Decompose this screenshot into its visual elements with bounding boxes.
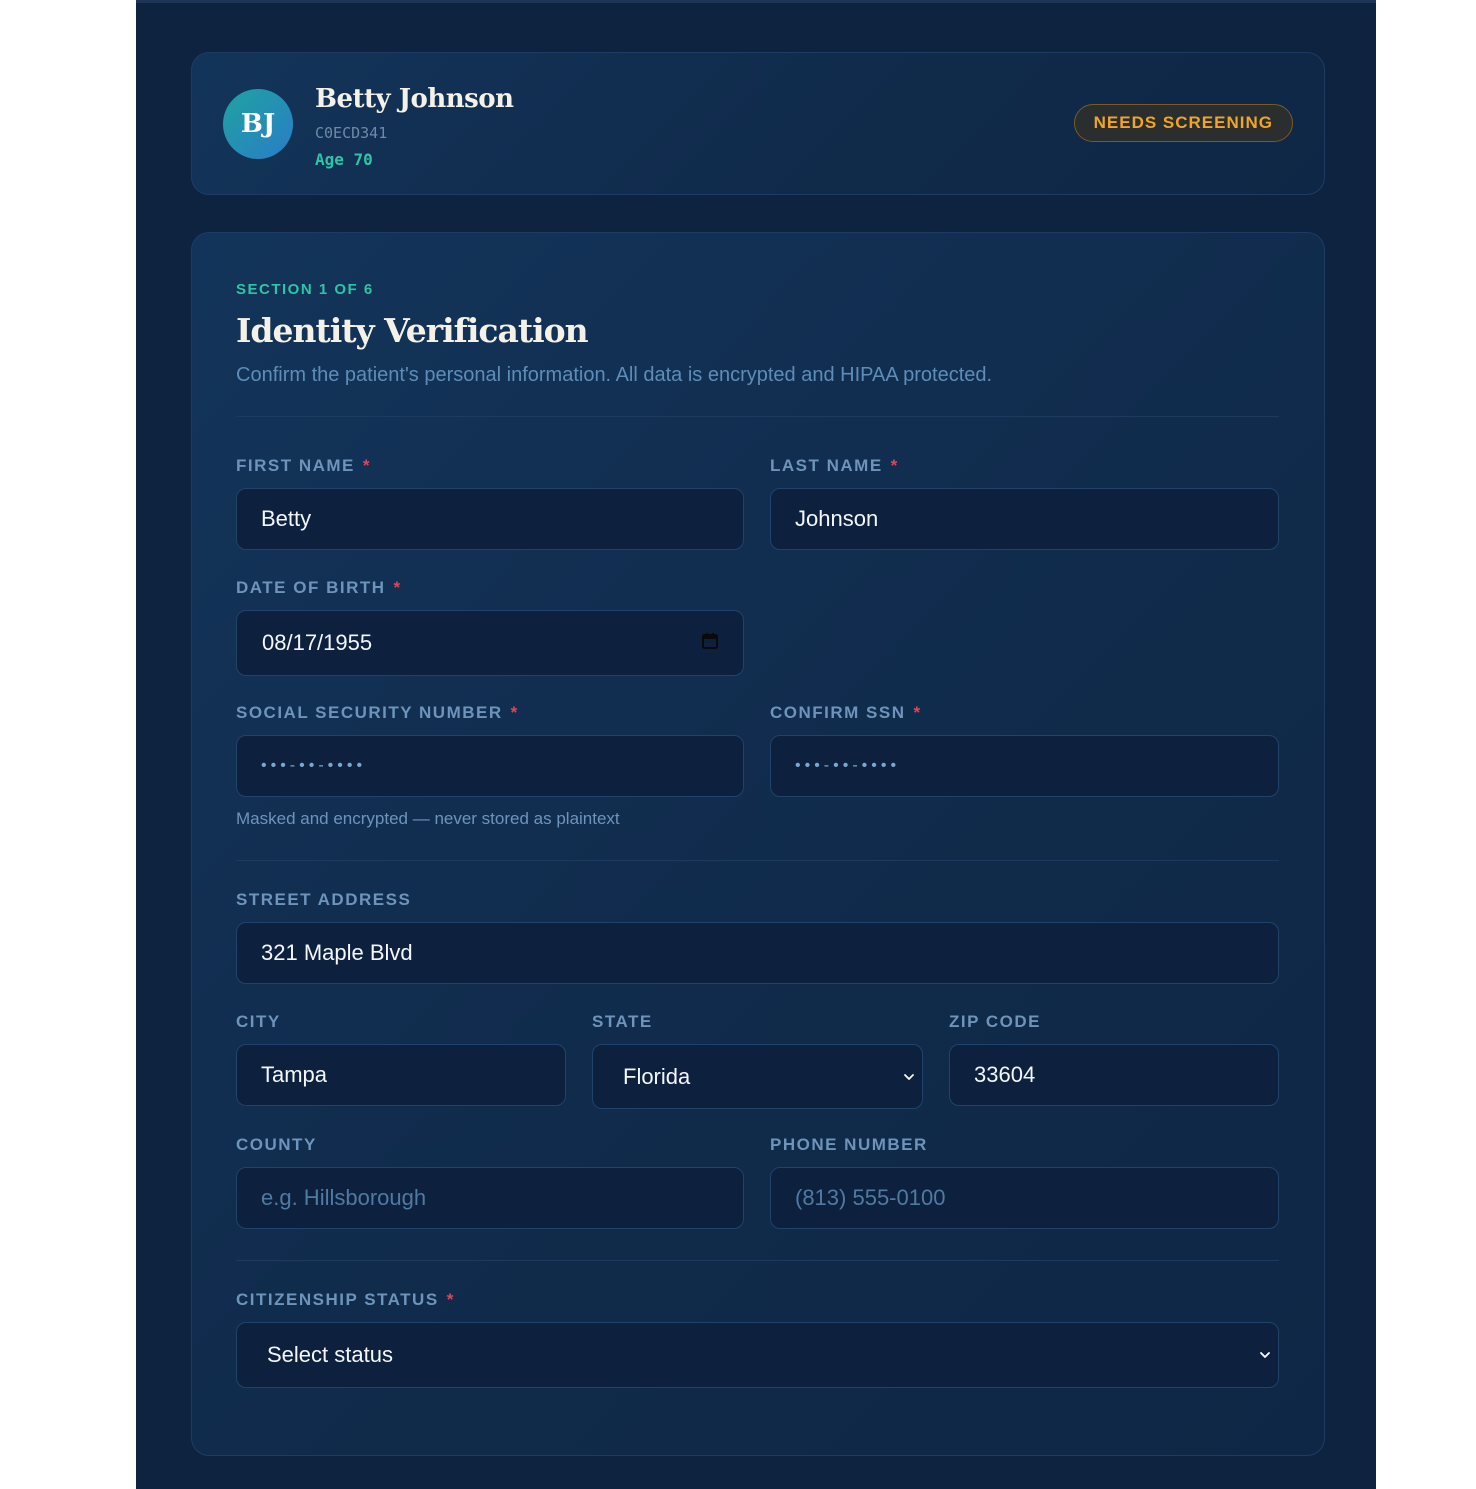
section-description: Confirm the patient's personal informati…	[236, 364, 993, 386]
dob-label: DATE OF BIRTH *	[236, 578, 402, 597]
required-marker: *	[393, 578, 402, 597]
status-badge: NEEDS SCREENING	[1073, 104, 1293, 142]
confirm-ssn-label: CONFIRM SSN *	[770, 703, 922, 722]
first-name-input[interactable]	[236, 488, 744, 550]
ssn-input[interactable]: •••-••-••••	[236, 735, 744, 797]
chevron-down-icon	[902, 1064, 916, 1090]
phone-number-label: PHONE NUMBER	[770, 1135, 928, 1154]
citizenship-status-select[interactable]: Select status	[236, 1322, 1279, 1388]
required-marker: *	[890, 456, 899, 475]
chevron-down-icon	[1258, 1342, 1272, 1368]
required-marker: *	[362, 456, 372, 475]
street-address-input[interactable]	[236, 922, 1279, 984]
patient-age: Age 70	[315, 150, 373, 169]
city-input[interactable]	[236, 1044, 566, 1106]
dob-value: 08/17/1955	[262, 630, 373, 655]
identity-form-card: SECTION 1 OF 6 Identity Verification Con…	[191, 232, 1325, 1456]
last-name-label: LAST NAME *	[770, 456, 899, 475]
required-marker: *	[446, 1290, 455, 1309]
city-label: CITY	[236, 1012, 281, 1031]
avatar: BJ	[223, 89, 293, 159]
section-tag: SECTION 1 OF 6	[236, 281, 374, 298]
state-select[interactable]: Florida	[592, 1044, 923, 1109]
required-marker: *	[913, 703, 922, 722]
divider	[236, 416, 1279, 417]
phone-number-input[interactable]	[770, 1167, 1279, 1229]
required-marker: *	[510, 703, 519, 722]
state-selected-value: Florida	[623, 1063, 691, 1089]
zip-code-input[interactable]	[949, 1044, 1279, 1106]
section-title: Identity Verification	[236, 311, 589, 350]
last-name-input[interactable]	[770, 488, 1279, 550]
street-address-label: STREET ADDRESS	[236, 890, 412, 909]
county-label: COUNTY	[236, 1135, 317, 1154]
ssn-help-text: Masked and encrypted — never stored as p…	[236, 809, 620, 828]
confirm-ssn-masked-value: •••-••-••••	[795, 757, 901, 774]
divider	[236, 860, 1279, 861]
patient-name: Betty Johnson	[315, 84, 514, 114]
divider	[236, 1260, 1279, 1261]
patient-id: C0ECD341	[315, 124, 388, 142]
zip-code-label: ZIP CODE	[949, 1012, 1041, 1031]
ssn-masked-value: •••-••-••••	[261, 757, 367, 774]
patient-card: BJ Betty Johnson C0ECD341 Age 70 NEEDS S…	[191, 52, 1325, 195]
first-name-label: FIRST NAME *	[236, 456, 372, 475]
app-container: BJ Betty Johnson C0ECD341 Age 70 NEEDS S…	[136, 0, 1376, 1489]
state-label: STATE	[592, 1012, 653, 1031]
ssn-label: SOCIAL SECURITY NUMBER *	[236, 703, 519, 722]
dob-input[interactable]: 08/17/1955	[236, 610, 744, 676]
citizenship-selected-value: Select status	[267, 1342, 393, 1367]
county-input[interactable]	[236, 1167, 744, 1229]
calendar-icon[interactable]	[701, 630, 719, 656]
citizenship-status-label: CITIZENSHIP STATUS *	[236, 1290, 455, 1309]
confirm-ssn-input[interactable]: •••-••-••••	[770, 735, 1279, 797]
